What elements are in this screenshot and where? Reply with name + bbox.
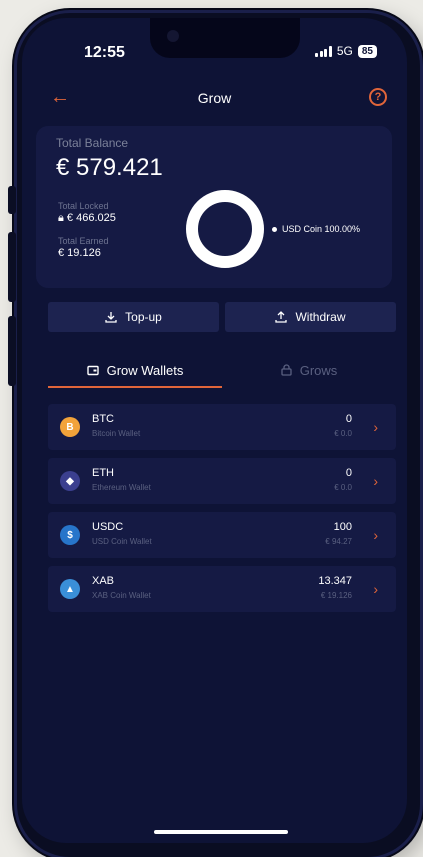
status-time: 12:55 — [84, 44, 125, 61]
wallet-list: B BTC Bitcoin Wallet 0 € 0.0 › ◆ ETH Eth… — [48, 404, 396, 620]
wallet-eur-value: € 0.0 — [334, 429, 352, 438]
upload-icon — [275, 311, 288, 323]
volume-up-button — [8, 232, 16, 302]
battery-icon: 85 — [357, 44, 377, 58]
topup-button[interactable]: Top-up — [48, 302, 219, 332]
withdraw-label: Withdraw — [295, 310, 346, 324]
wallet-icon — [86, 365, 99, 375]
chevron-right-icon: › — [373, 581, 378, 597]
action-buttons: Top-up Withdraw — [48, 302, 396, 332]
allocation-donut-chart — [186, 190, 264, 268]
allocation-legend: USD Coin 100.00% — [272, 224, 360, 234]
home-indicator[interactable] — [154, 830, 288, 834]
wallet-amount: 0 — [345, 467, 352, 479]
app-screen: 12:55 5G 85 ← Grow ? Total Balance € 579… — [22, 18, 407, 843]
wallet-eur-value: € 94.27 — [325, 537, 352, 546]
total-locked-label: Total Locked — [58, 201, 109, 211]
wallet-name: USD Coin Wallet — [92, 537, 152, 546]
wallet-symbol: BTC — [92, 413, 114, 425]
wallet-tabs: Grow Wallets Grows — [48, 350, 396, 390]
wallet-name: XAB Coin Wallet — [92, 591, 151, 600]
download-icon — [105, 312, 117, 323]
chevron-right-icon: › — [373, 419, 378, 435]
wallet-amount: 100 — [333, 521, 352, 533]
topup-label: Top-up — [125, 310, 162, 324]
balance-card: Total Balance € 579.421 Total Locked 🔒︎ … — [36, 126, 392, 288]
wallet-eur-value: € 19.126 — [320, 591, 352, 600]
tab-grow-wallets-label: Grow Wallets — [106, 362, 184, 378]
wallet-row-xab[interactable]: ▲ XAB XAB Coin Wallet 13.347 € 19.126 › — [48, 566, 396, 612]
page-title: Grow — [197, 90, 232, 106]
network-type: 5G — [336, 44, 353, 58]
wallet-symbol: XAB — [92, 575, 115, 587]
wallet-eur-value: € 0.0 — [334, 483, 352, 492]
total-balance-label: Total Balance — [56, 136, 129, 150]
xab-icon: ▲ — [60, 579, 80, 599]
status-bar: 12:55 5G 85 — [22, 18, 407, 68]
lock-icon: 🔒︎ — [58, 212, 64, 224]
wallet-row-eth[interactable]: ◆ ETH Ethereum Wallet 0 € 0.0 › — [48, 458, 396, 504]
tab-grow-wallets[interactable]: Grow Wallets — [48, 350, 222, 390]
withdraw-button[interactable]: Withdraw — [225, 302, 396, 332]
total-locked-value: 🔒︎ € 466.025 — [58, 212, 116, 225]
wallet-symbol: ETH — [92, 467, 114, 479]
wallet-symbol: USDC — [92, 521, 124, 533]
signal-icon — [315, 45, 332, 57]
volume-down-button — [8, 316, 16, 386]
legend-label: USD Coin 100.00% — [282, 224, 361, 234]
active-tab-indicator — [48, 386, 222, 388]
wallet-name: Bitcoin Wallet — [92, 429, 141, 438]
tab-grows[interactable]: Grows — [222, 350, 396, 390]
wallet-amount: 0 — [345, 413, 352, 425]
btc-icon: B — [60, 417, 80, 437]
help-icon[interactable]: ? — [369, 88, 387, 106]
tab-grows-label: Grows — [299, 362, 338, 378]
lock-icon — [281, 364, 292, 376]
usdc-icon: $ — [60, 525, 80, 545]
status-indicators: 5G 85 — [315, 44, 377, 58]
wallet-amount: 13.347 — [318, 575, 352, 587]
eth-icon: ◆ — [60, 471, 80, 491]
total-earned-value: € 19.126 — [58, 247, 101, 259]
chevron-right-icon: › — [373, 527, 378, 543]
total-earned-label: Total Earned — [58, 236, 109, 246]
legend-dot — [272, 226, 277, 232]
mute-switch — [8, 186, 16, 214]
wallet-row-btc[interactable]: B BTC Bitcoin Wallet 0 € 0.0 › — [48, 404, 396, 450]
total-locked-amount: € 466.025 — [66, 212, 116, 224]
chevron-right-icon: › — [373, 473, 378, 489]
wallet-name: Ethereum Wallet — [92, 483, 151, 492]
wallet-row-usdc[interactable]: $ USDC USD Coin Wallet 100 € 94.27 › — [48, 512, 396, 558]
total-balance-value: € 579.421 — [56, 154, 163, 181]
top-nav: ← Grow ? — [22, 86, 407, 114]
